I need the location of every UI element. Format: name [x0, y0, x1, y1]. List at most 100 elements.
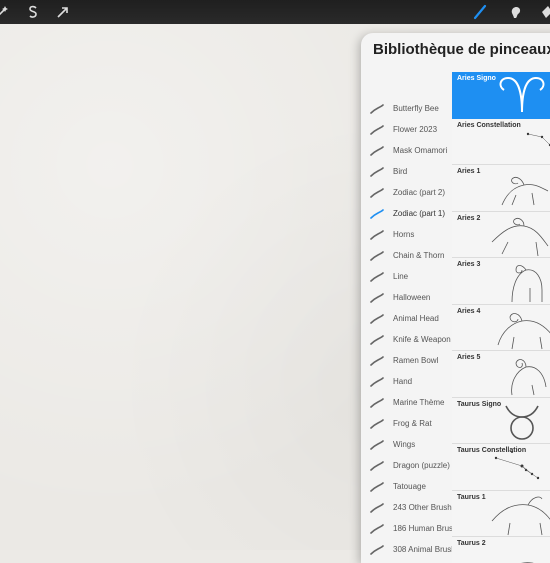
brush-library-panel: Bibliothèque de pinceaux Butterfly Bee Fl…: [361, 33, 550, 563]
brush-stroke-icon: [370, 166, 384, 177]
brush-preview: [521, 562, 534, 563]
brush-set-item[interactable]: Horns: [361, 224, 452, 245]
brush-set-item[interactable]: Frog & Rat: [361, 413, 452, 434]
brush-stroke-icon: [370, 376, 384, 387]
brush-set-item[interactable]: Chain & Thorn: [361, 245, 452, 266]
brush-set-label: Marine Thème: [393, 398, 445, 407]
brush-stroke-icon: [370, 187, 384, 198]
brush-set-item[interactable]: 186 Human Brush: [361, 518, 457, 539]
brush-set-item[interactable]: Ramen Bowl: [361, 350, 452, 371]
panel-title: Bibliothèque de pinceaux: [373, 41, 550, 58]
transform-arrow-icon[interactable]: [55, 4, 71, 20]
brush-item[interactable]: Taurus 1: [452, 490, 550, 537]
brush-stroke-icon: [370, 208, 384, 219]
brush-set-label: Bird: [393, 167, 408, 176]
brush-set-label: Horns: [393, 230, 415, 239]
adjustments-wand-icon[interactable]: [0, 4, 10, 20]
brush-set-label: Zodiac (part 1): [393, 209, 446, 218]
brush-set-item[interactable]: Dragon (puzzle): [361, 455, 452, 476]
brush-preview: [526, 132, 550, 146]
brush-stroke-icon: [370, 397, 384, 408]
brush-set-label: Wings: [393, 440, 416, 449]
brush-set-label: Animal Head: [393, 314, 439, 323]
brush-stroke-icon: [370, 355, 384, 366]
brush-preview: [491, 217, 549, 256]
brush-item[interactable]: Aries 3: [452, 258, 550, 305]
brush-item[interactable]: Aries 4: [452, 304, 550, 351]
brush-name: Aries 3: [457, 261, 481, 268]
brush-set-item[interactable]: Knife & Weapon: [361, 329, 452, 350]
brush-name: Aries 1: [457, 168, 481, 175]
brush-set-label: 243 Other Brush: [393, 503, 452, 512]
brush-set-label: Ramen Bowl: [393, 356, 439, 365]
brush-set-label: Halloween: [393, 293, 431, 302]
brush-set-item[interactable]: Animal Head: [361, 308, 452, 329]
brush-item[interactable]: Aries 1: [452, 165, 550, 212]
brush-stroke-icon: [370, 523, 384, 534]
brush-set-label: Zodiac (part 2): [393, 188, 446, 197]
brush-item[interactable]: Taurus Constellation: [452, 444, 550, 491]
brush-item[interactable]: Taurus 2: [452, 537, 550, 563]
brush-set-label: Knife & Weapon: [393, 335, 451, 344]
brush-stroke-icon: [370, 145, 384, 156]
brush-name: Aries 2: [457, 214, 481, 222]
brush-stroke-icon: [370, 439, 384, 450]
brush-stroke-icon: [370, 460, 384, 471]
brush-preview: [501, 177, 549, 206]
smudge-icon[interactable]: [508, 4, 524, 20]
brush-stroke-icon: [370, 334, 384, 345]
brush-stroke-icon: [370, 229, 384, 240]
brush-set-item[interactable]: Wings: [361, 434, 452, 455]
brush-set-label: Mask Omamori: [393, 146, 448, 155]
brush-set-item[interactable]: Butterfly Bee: [361, 98, 452, 119]
brush-set-label: Chain & Thorn: [393, 251, 445, 260]
brush-stroke-icon: [370, 418, 384, 429]
brush-preview: [505, 405, 539, 440]
brush-preview: [497, 312, 550, 349]
eraser-icon[interactable]: [540, 4, 550, 20]
brush-set-list: Butterfly Bee Flower 2023 Mask Omamori Bird…: [361, 98, 457, 563]
brush-set-item[interactable]: Marine Thème: [361, 392, 452, 413]
brush-preview: [499, 76, 545, 113]
brush-set-label: Dragon (puzzle): [393, 461, 450, 470]
brush-stroke-icon: [370, 481, 384, 492]
brush-set-item[interactable]: Zodiac (part 2): [361, 182, 452, 203]
brush-set-item[interactable]: 243 Other Brush: [361, 497, 452, 518]
brush-item[interactable]: Aries Signo: [452, 72, 550, 119]
brush-icon[interactable]: [472, 4, 488, 20]
brush-item[interactable]: Aries 5: [452, 351, 550, 398]
brush-item[interactable]: Aries 2: [452, 211, 550, 258]
brush-set-item[interactable]: Bird: [361, 161, 452, 182]
brush-set-item[interactable]: Halloween: [361, 287, 452, 308]
brush-set-item[interactable]: Zodiac (part 1): [361, 203, 452, 224]
brush-set-item[interactable]: Hand: [361, 371, 452, 392]
brush-list: Aries Signo Aries Constellation Aries 1 Ari…: [452, 72, 550, 563]
brush-set-label: Flower 2023: [393, 125, 438, 134]
brush-stroke-icon: [370, 124, 384, 135]
brush-stroke-icon: [370, 271, 384, 282]
brush-stroke-icon: [370, 502, 384, 513]
brush-set-item[interactable]: Tatouage: [361, 476, 452, 497]
brush-set-item[interactable]: Mask Omamori: [361, 140, 452, 161]
brush-preview: [511, 359, 547, 396]
brush-set-label: 186 Human Brush: [393, 524, 458, 533]
brush-set-label: Butterfly Bee: [393, 104, 439, 113]
brush-stroke-icon: [370, 292, 384, 303]
brush-preview: [491, 496, 550, 535]
brush-set-item[interactable]: Line: [361, 266, 452, 287]
brush-set-label: Frog & Rat: [393, 419, 432, 428]
brush-name: Aries 5: [457, 354, 481, 361]
selection-s-icon[interactable]: [25, 4, 41, 20]
brush-set-item[interactable]: Flower 2023: [361, 119, 452, 140]
brush-item[interactable]: Aries Constellation: [452, 118, 550, 165]
brush-set-label: Line: [393, 272, 409, 281]
brush-set-label: Hand: [393, 377, 413, 386]
brush-stroke-icon: [370, 250, 384, 261]
brush-set-label: Tatouage: [393, 482, 426, 491]
brush-stroke-icon: [370, 103, 384, 114]
brush-stroke-icon: [370, 313, 384, 324]
brush-item[interactable]: Taurus Signo: [452, 397, 550, 444]
top-toolbar: [0, 0, 550, 24]
brush-name: Aries 4: [457, 307, 481, 315]
brush-preview: [494, 451, 540, 480]
